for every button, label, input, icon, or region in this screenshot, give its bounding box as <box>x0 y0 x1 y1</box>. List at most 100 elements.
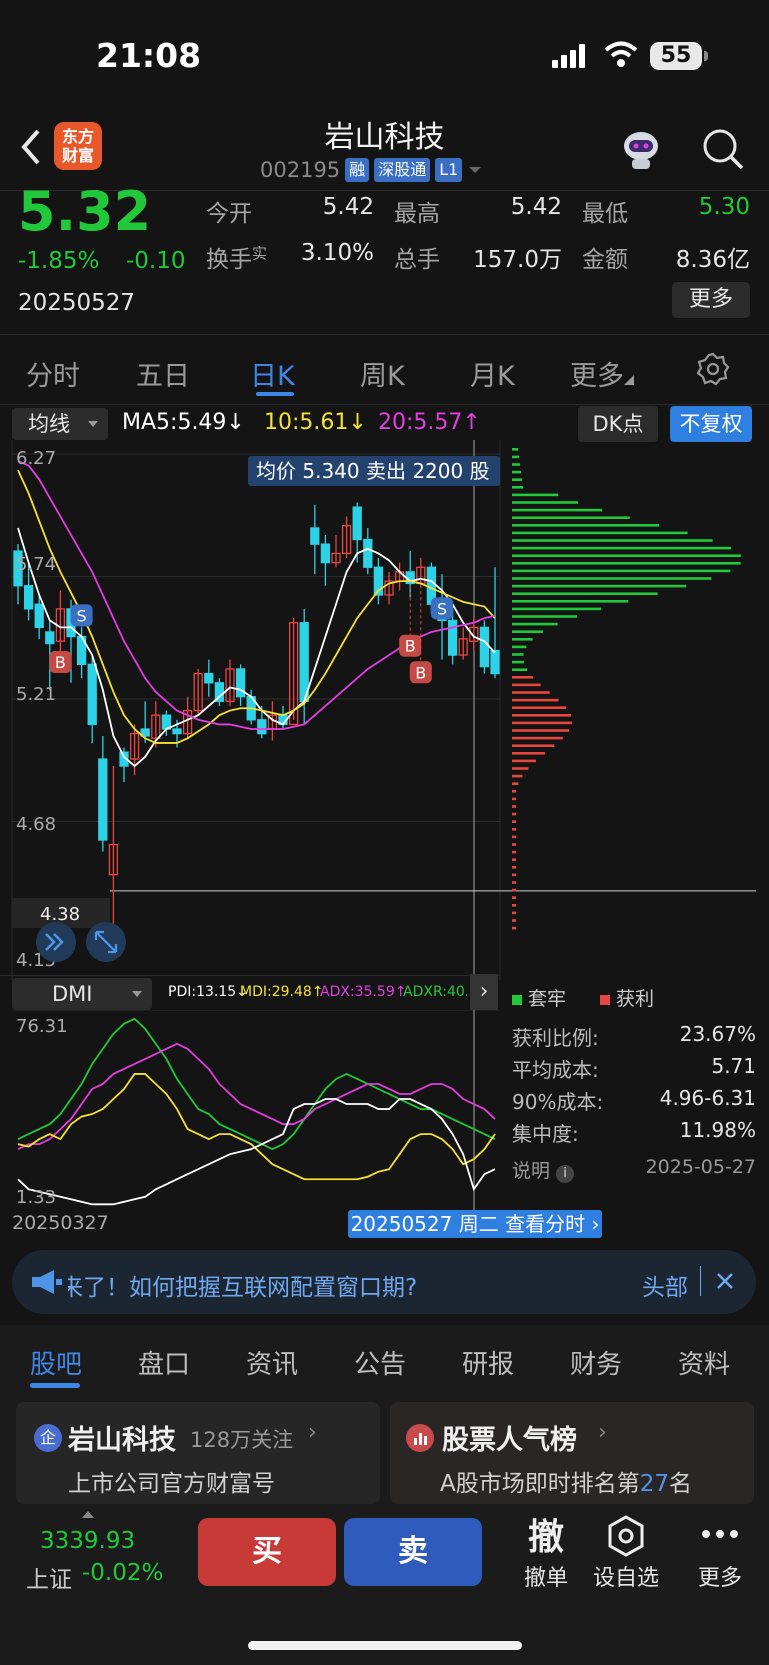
popularity-desc: A股市场即时排名第27名 <box>440 1464 692 1498</box>
quote-date: 20250527 <box>18 290 136 316</box>
tab-more[interactable]: 更多 <box>570 354 634 393</box>
news-headline[interactable]: 来了！如何把握互联网配置窗口期? <box>68 1268 417 1302</box>
index-value[interactable]: 3339.93 <box>40 1528 135 1554</box>
chip-bar <box>512 926 516 930</box>
divider <box>0 975 500 976</box>
legend-red-swatch <box>600 995 610 1005</box>
chip-bar <box>512 911 516 915</box>
expand-button[interactable] <box>36 922 76 962</box>
chip-bar <box>512 714 571 717</box>
chip-bar <box>512 881 516 884</box>
chip-bar <box>512 790 516 793</box>
tab-five-day[interactable]: 五日 <box>136 354 190 393</box>
cost90-value: 4.96-6.31 <box>659 1086 756 1110</box>
settings-gear-icon[interactable] <box>696 352 730 386</box>
chip-note[interactable]: 说明 i <box>512 1156 575 1183</box>
chip-bar <box>512 531 688 535</box>
company-followers: 128万关注 <box>190 1428 294 1452</box>
search-icon[interactable] <box>702 128 744 170</box>
ma10-value: 10:5.61↓ <box>264 410 367 435</box>
candle-body <box>23 585 34 610</box>
chip-bar <box>512 478 523 481</box>
add-watchlist-button[interactable]: 设自选 <box>580 1560 672 1592</box>
tab-research[interactable]: 研报 <box>462 1344 514 1381</box>
tab-timeshare[interactable]: 分时 <box>26 354 80 393</box>
chip-bar <box>512 592 658 595</box>
indicator-select[interactable]: DMI <box>12 978 152 1010</box>
price-label-4: 4.68 <box>16 814 56 835</box>
chip-bar <box>512 524 660 527</box>
close-icon[interactable] <box>716 1272 734 1290</box>
sell-button[interactable]: 卖 <box>344 1518 482 1586</box>
chip-bar <box>512 653 524 656</box>
tab-weekly-k[interactable]: 周K <box>360 354 405 393</box>
chip-bar <box>512 820 516 823</box>
chip-bar <box>512 782 519 785</box>
tab-daily-k[interactable]: 日K <box>250 354 295 393</box>
mdi-value: MDI:29.48↑ <box>240 984 324 1000</box>
add-watchlist-icon[interactable] <box>604 1514 648 1558</box>
volume-value: 157.0万 <box>473 247 562 273</box>
cellular-signal-icon <box>552 44 585 68</box>
buy-button[interactable]: 买 <box>198 1518 336 1586</box>
profit-ratio-label: 获利比例: <box>512 1026 599 1050</box>
popularity-rank: 27 <box>639 1471 670 1497</box>
dropdown-caret-icon[interactable] <box>467 165 483 175</box>
chip-bar <box>512 736 563 740</box>
chip-distribution <box>512 448 741 930</box>
tag-level: L1 <box>435 158 463 182</box>
dmi-next-button[interactable]: › <box>470 974 498 1010</box>
candle-body <box>299 622 309 702</box>
kline-chart[interactable]: BSBBS 6.27 5.74 5.21 4.68 4.15 均价 5.340 … <box>0 440 769 980</box>
turnover-label: 换手实 <box>206 240 267 274</box>
more-quote-button[interactable]: 更多 <box>672 282 750 318</box>
candle-body <box>204 672 214 684</box>
tab-announcements[interactable]: 公告 <box>354 1344 406 1381</box>
tab-news[interactable]: 资讯 <box>246 1344 298 1381</box>
chip-bar <box>512 729 570 732</box>
adxr-value: ADXR:40.96 <box>403 984 467 1000</box>
signal-s: S <box>77 606 87 625</box>
popularity-desc-prefix: A股市场即时排名第 <box>440 1471 640 1497</box>
candle-body <box>447 619 458 656</box>
price-label-2: 5.74 <box>16 554 56 575</box>
chip-bar <box>512 904 516 907</box>
cancel-icon[interactable]: 撤 <box>508 1508 584 1560</box>
tab-monthly-k[interactable]: 月K <box>470 354 515 393</box>
tab-finance[interactable]: 财务 <box>570 1344 622 1381</box>
chip-bar <box>512 516 630 519</box>
more-actions-button[interactable]: 更多 <box>676 1560 764 1592</box>
more-dots-icon[interactable] <box>700 1528 740 1540</box>
dmi-chart[interactable]: 76.31 1.33 <box>0 1010 500 1210</box>
change-amount: -0.10 <box>126 248 186 274</box>
index-name: 上证 <box>26 1567 72 1593</box>
expand-up-icon[interactable] <box>82 1510 94 1518</box>
chip-bar <box>512 645 527 649</box>
candle-body <box>98 758 108 841</box>
chip-bar <box>512 896 516 899</box>
view-timeshare-button[interactable]: 20250527 周二 查看分时 › <box>348 1210 602 1238</box>
assistant-robot-icon[interactable] <box>618 128 664 172</box>
kline-grid <box>11 440 756 980</box>
chip-bar <box>512 539 713 542</box>
candle-body <box>257 719 267 735</box>
view-timeshare-label: 20250527 周二 查看分时 <box>350 1212 586 1236</box>
ma5-value: MA5:5.49↓ <box>122 410 245 435</box>
cancel-order-button[interactable]: 撤单 <box>500 1560 592 1592</box>
content-tab-indicator <box>30 1383 80 1388</box>
dmi-start-date: 20250327 <box>12 1212 109 1234</box>
chip-bar <box>512 562 741 565</box>
tab-pankou[interactable]: 盘口 <box>138 1344 190 1381</box>
tab-profile[interactable]: 资料 <box>678 1344 730 1381</box>
open-value: 5.42 <box>322 194 374 220</box>
dk-point-button[interactable]: DK点 <box>578 406 658 442</box>
stock-code-row: 002195 融 深股通 L1 <box>260 158 483 182</box>
news-divider <box>700 1266 701 1296</box>
candle-body <box>352 506 362 541</box>
chip-bar <box>512 752 545 755</box>
no-adjust-button[interactable]: 不复权 <box>670 406 752 442</box>
chip-bar <box>512 668 528 671</box>
tab-guba[interactable]: 股吧 <box>30 1344 82 1381</box>
ma-select[interactable]: 均线 <box>12 408 108 440</box>
adx-value: ADX:35.59↑ <box>320 984 407 1000</box>
